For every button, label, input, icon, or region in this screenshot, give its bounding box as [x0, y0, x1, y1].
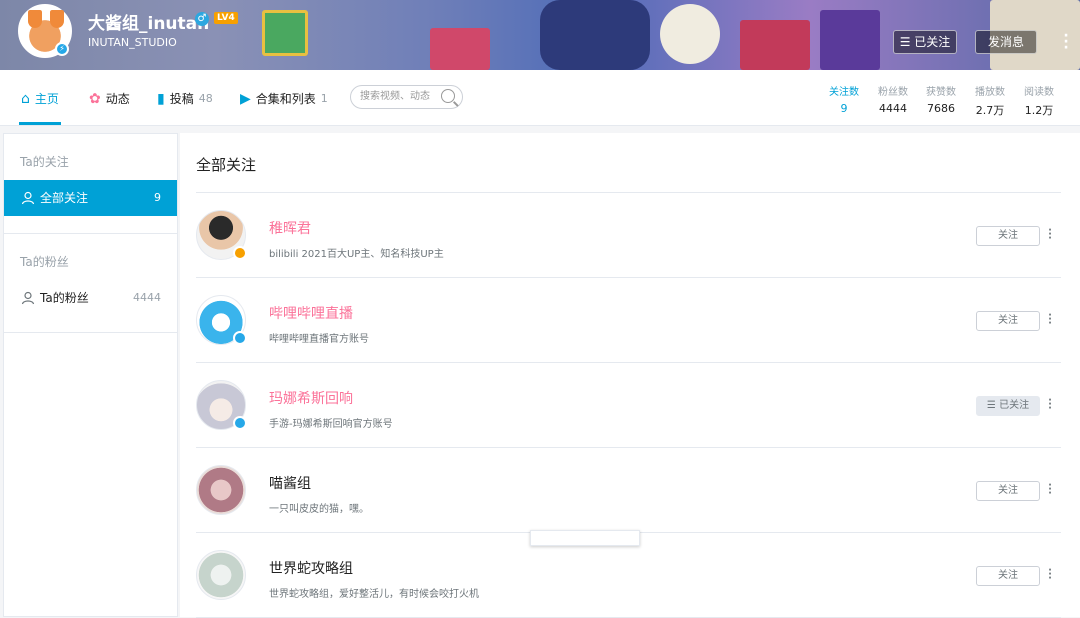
stat-likes-label: 获赞数 [926, 87, 956, 98]
sidebar-item-fans[interactable]: Ta的粉丝 4444 [4, 280, 177, 316]
stat-reads: 阅读数 1.2万 [1019, 83, 1059, 118]
tab-posts[interactable]: ▮ 投稿 48 [157, 90, 213, 107]
tab-posts-label: 投稿 [169, 92, 194, 106]
verified-icon [233, 416, 247, 430]
user-description: 手游-玛娜希斯回响官方账号 [269, 419, 393, 430]
stat-plays: 播放数 2.7万 [970, 83, 1010, 118]
collections-icon: ▶ [240, 90, 251, 107]
character-illustration [540, 0, 650, 70]
active-tab-indicator [19, 122, 61, 125]
follow-button[interactable]: 关注 [976, 311, 1040, 331]
stat-fans[interactable]: 粉丝数 4444 [873, 83, 913, 115]
username: 大酱组_inutan [88, 14, 210, 34]
verified-icon: ⚡ [55, 42, 69, 56]
follow-button[interactable]: 关注 [976, 566, 1040, 586]
gift-box-decoration [262, 10, 308, 56]
stat-following-value: 9 [840, 102, 848, 115]
tooltip [530, 530, 640, 546]
tab-collections[interactable]: ▶ 合集和列表 1 [240, 90, 328, 107]
sidebar: Ta的关注 全部关注 9 Ta的粉丝 Ta的粉丝 4444 [3, 133, 178, 617]
gift-box-decoration [820, 10, 880, 70]
stat-likes-value: 7686 [927, 102, 955, 115]
list-item: 玛娜希斯回响 手游-玛娜希斯回响官方账号 ☰ 已关注 · · · [196, 363, 1061, 448]
page-title: 全部关注 [196, 156, 257, 174]
divider [4, 332, 177, 333]
follow-button[interactable]: 关注 [976, 481, 1040, 501]
sidebar-item-all-following[interactable]: 全部关注 9 [4, 180, 177, 216]
dynamic-icon: ✿ [89, 90, 101, 107]
more-options-icon[interactable]: · · · [1048, 481, 1052, 499]
follow-button[interactable]: 关注 [976, 226, 1040, 246]
stat-plays-value: 2.7万 [975, 104, 1005, 117]
user-name-link[interactable]: 玛娜希斯回响 [269, 388, 353, 408]
user-name-link[interactable]: 喵酱组 [269, 473, 311, 493]
posts-count: 48 [198, 92, 213, 105]
following-section-head: Ta的关注 [20, 155, 69, 169]
followed-button[interactable]: ☰ 已关注 [976, 396, 1040, 416]
sidebar-item-label: Ta的粉丝 [40, 291, 89, 305]
stat-following[interactable]: 关注数 9 [824, 83, 864, 115]
avatar[interactable] [196, 465, 246, 515]
user-description: 一只叫皮皮的猫，嘿。 [269, 504, 369, 515]
male-icon: ♂ [195, 12, 209, 26]
level-badge: LV4 [214, 12, 238, 24]
divider [4, 233, 177, 234]
tab-home-label: 主页 [34, 92, 59, 106]
bunny-plush-illustration [660, 4, 720, 64]
profile-nav-bar: ⌂ 主页 ✿ 动态 ▮ 投稿 48 ▶ 合集和列表 1 搜索视频、动态 关注数 … [0, 70, 1080, 126]
more-options-icon[interactable]: · · · [1048, 311, 1052, 329]
verified-icon [233, 331, 247, 345]
user-icon [21, 291, 35, 305]
tab-home[interactable]: ⌂ 主页 [21, 90, 59, 107]
user-name-link[interactable]: 稚晖君 [269, 218, 311, 238]
user-signature: INUTAN_STUDIO [88, 36, 177, 49]
user-name-link[interactable]: 哔哩哔哩直播 [269, 303, 353, 323]
tab-dynamic-label: 动态 [105, 92, 130, 106]
search-input[interactable]: 搜索视频、动态 [350, 85, 463, 109]
home-icon: ⌂ [21, 90, 30, 107]
user-icon [21, 191, 35, 205]
avatar[interactable] [196, 550, 246, 600]
search-icon[interactable] [441, 89, 455, 103]
stat-following-label: 关注数 [829, 87, 859, 98]
user-description: 哔哩哔哩直播官方账号 [269, 334, 369, 345]
verified-icon [233, 246, 247, 260]
stat-plays-label: 播放数 [975, 87, 1005, 98]
list-item: 喵酱组 一只叫皮皮的猫，嘿。 关注 · · · [196, 448, 1061, 533]
stat-reads-value: 1.2万 [1024, 104, 1054, 117]
user-description: bilibili 2021百大UP主、知名科技UP主 [269, 249, 444, 260]
more-options-icon[interactable]: · · · [1048, 396, 1052, 414]
send-message-button[interactable]: 发消息 [975, 30, 1037, 54]
stat-likes: 获赞数 7686 [921, 83, 961, 115]
sidebar-item-count: 4444 [133, 291, 161, 304]
stat-fans-value: 4444 [879, 102, 907, 115]
more-options-icon[interactable]: · · · [1048, 226, 1052, 244]
tab-dynamic[interactable]: ✿ 动态 [89, 90, 130, 107]
gift-box-decoration [430, 28, 490, 70]
collections-count: 1 [320, 92, 328, 105]
stat-reads-label: 阅读数 [1024, 87, 1054, 98]
stat-fans-label: 粉丝数 [878, 87, 908, 98]
followed-button[interactable]: ☰ 已关注 [893, 30, 957, 54]
gift-box-decoration [740, 20, 810, 70]
search-placeholder: 搜索视频、动态 [360, 91, 430, 102]
more-options-icon[interactable]: · · · [1062, 29, 1070, 55]
list-item: 稚晖君 bilibili 2021百大UP主、知名科技UP主 关注 · · · [196, 193, 1061, 278]
user-name-link[interactable]: 世界蛇攻略组 [269, 558, 353, 578]
posts-icon: ▮ [157, 90, 165, 107]
sidebar-item-count: 9 [154, 191, 161, 204]
fans-section-head: Ta的粉丝 [20, 255, 69, 269]
sidebar-item-label: 全部关注 [40, 191, 89, 205]
tab-collections-label: 合集和列表 [255, 92, 316, 106]
list-item: 哔哩哔哩直播 哔哩哔哩直播官方账号 关注 · · · [196, 278, 1061, 363]
more-options-icon[interactable]: · · · [1048, 566, 1052, 584]
user-description: 世界蛇攻略组，爱好整活儿，有时候会咬打火机 [269, 589, 479, 600]
